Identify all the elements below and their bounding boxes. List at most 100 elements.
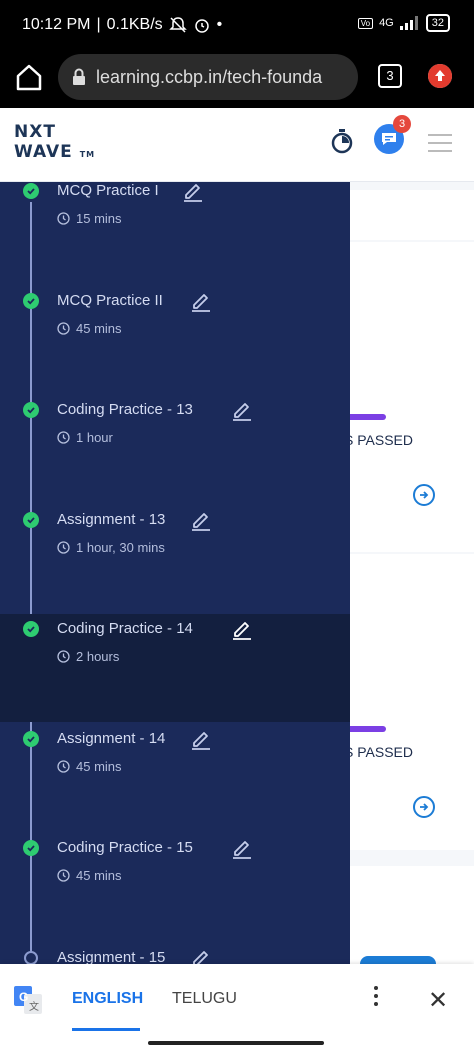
drawer-item[interactable]: Assignment - 14 45 mins	[0, 724, 350, 832]
gesture-pill	[148, 1041, 324, 1045]
clock-icon	[57, 212, 70, 225]
drawer-item-title[interactable]: Coding Practice - 15	[57, 839, 193, 856]
drawer-item-duration: 15 mins	[57, 211, 122, 226]
checkmark-icon	[23, 621, 39, 637]
duration-text: 45 mins	[76, 320, 122, 336]
edit-icon[interactable]	[190, 947, 212, 965]
clock-icon	[57, 650, 70, 663]
status-speed: 0.1KB/s	[106, 16, 163, 33]
pending-icon	[24, 950, 38, 964]
content-card	[340, 866, 474, 964]
drawer-item[interactable]: MCQ Practice I 15 mins	[0, 182, 350, 284]
drawer-item-duration: 45 mins	[57, 759, 122, 774]
alarm-icon	[194, 19, 209, 33]
duration-text: 45 mins	[76, 868, 122, 883]
logo-trademark: TM	[79, 150, 96, 159]
selected-tab-indicator	[72, 1028, 140, 1031]
status-passed-label: S PASSED	[344, 432, 413, 448]
hamburger-menu-icon[interactable]	[428, 134, 452, 158]
home-icon[interactable]	[14, 62, 44, 92]
status-left: 10:12 PM | 0.1KB/s •	[22, 16, 222, 34]
edit-icon[interactable]	[231, 618, 253, 640]
language-tab-english[interactable]: ENGLISH	[72, 990, 143, 1008]
mute-notifications-icon	[168, 17, 187, 33]
status-right: Vo 4G 32	[357, 14, 450, 32]
network-type: 4G	[379, 17, 394, 29]
edit-icon[interactable]	[190, 290, 212, 312]
language-tab-telugu[interactable]: TELUGU	[172, 990, 237, 1008]
drawer-item[interactable]: Assignment - 13 1 hour, 30 mins	[0, 505, 350, 613]
drawer-item-title[interactable]: Coding Practice - 13	[57, 401, 193, 418]
drawer-item-title[interactable]: Assignment - 13	[57, 511, 165, 528]
drawer-item[interactable]: MCQ Practice II 45 mins	[0, 286, 350, 394]
edit-icon[interactable]	[190, 509, 212, 531]
address-bar[interactable]: learning.ccbp.in/tech-founda	[58, 54, 358, 100]
google-translate-icon: G文	[14, 986, 42, 1014]
drawer-item-duration: 45 mins	[57, 868, 122, 883]
duration-text: 45 mins	[76, 758, 122, 774]
upload-icon[interactable]	[428, 64, 452, 88]
drawer-item[interactable]: Coding Practice - 13 1 hour	[0, 395, 350, 503]
drawer-item-title[interactable]: MCQ Practice I	[57, 182, 159, 199]
drawer-item[interactable]: Coding Practice - 15 45 mins	[0, 833, 350, 941]
logo-line2-wrap: WAVE TM	[14, 142, 95, 165]
svg-text:文: 文	[29, 1000, 39, 1013]
checkmark-icon	[23, 730, 39, 747]
drawer-item-title[interactable]: Assignment - 14	[57, 730, 165, 747]
duration-text: 1 hour, 30 mins	[76, 539, 165, 555]
arrow-right-icon[interactable]	[413, 484, 435, 506]
battery-icon: 32	[425, 14, 450, 32]
checkmark-icon	[23, 402, 39, 418]
edit-icon[interactable]	[231, 399, 253, 421]
content-card	[340, 554, 474, 850]
arrow-right-icon[interactable]	[413, 796, 435, 818]
clock-icon	[57, 869, 70, 882]
drawer-item-duration: 1 hour	[57, 430, 113, 445]
clock-icon	[57, 321, 70, 335]
close-icon[interactable]: ✕	[428, 986, 448, 1015]
browser-toolbar: learning.ccbp.in/tech-founda 3	[0, 52, 474, 108]
stopwatch-icon[interactable]	[330, 128, 354, 154]
content-card	[340, 190, 474, 240]
status-bar: 10:12 PM | 0.1KB/s • Vo 4G 32	[0, 0, 474, 52]
edit-icon[interactable]	[231, 837, 253, 859]
clock-icon	[57, 431, 70, 444]
drawer-item-title[interactable]: Coding Practice - 14	[57, 620, 193, 637]
duration-text: 1 hour	[76, 430, 113, 445]
status-dot: •	[216, 16, 223, 33]
lock-icon	[73, 68, 85, 85]
status-passed-label: S PASSED	[344, 744, 413, 760]
notification-badge: 3	[393, 115, 411, 133]
volte-icon: Vo	[357, 17, 374, 29]
svg-text:G: G	[19, 990, 28, 1004]
tab-switcher-button[interactable]: 3	[378, 64, 402, 88]
drawer-item-title[interactable]: Assignment - 15	[57, 949, 165, 965]
content-card	[340, 242, 474, 552]
checkmark-icon	[23, 840, 39, 856]
drawer-item[interactable]: Coding Practice - 14 2 hours	[0, 614, 350, 722]
course-drawer: MCQ Practice I 15 mins MCQ Practice II 45 m…	[0, 182, 350, 964]
checkmark-icon	[23, 511, 39, 528]
nxtwave-logo[interactable]: NXT WAVE TM	[14, 122, 95, 165]
duration-text: 2 hours	[76, 649, 120, 664]
signal-icon	[399, 16, 418, 30]
clock-icon	[57, 540, 70, 554]
drawer-item-duration: 2 hours	[57, 649, 119, 664]
edit-icon[interactable]	[190, 728, 212, 750]
translate-bar: G文 ENGLISH TELUGU ✕	[0, 964, 474, 1036]
more-options-icon[interactable]	[368, 986, 384, 1012]
drawer-item-title[interactable]: MCQ Practice II	[57, 292, 163, 309]
duration-text: 15 mins	[76, 211, 122, 226]
logo-line1: NXT	[14, 122, 56, 142]
clock-icon	[57, 759, 70, 773]
drawer-item-duration: 1 hour, 30 mins	[57, 540, 165, 555]
checkmark-icon	[23, 183, 39, 199]
drawer-item[interactable]: Assignment - 15	[0, 943, 350, 965]
status-time: 10:12 PM	[22, 16, 91, 33]
drawer-item-duration: 45 mins	[57, 321, 122, 336]
gesture-bar	[0, 1036, 474, 1052]
logo-line2: WAVE	[14, 142, 73, 162]
checkmark-icon	[23, 292, 39, 309]
url-text: learning.ccbp.in/tech-founda	[96, 66, 323, 87]
edit-icon[interactable]	[182, 182, 204, 202]
